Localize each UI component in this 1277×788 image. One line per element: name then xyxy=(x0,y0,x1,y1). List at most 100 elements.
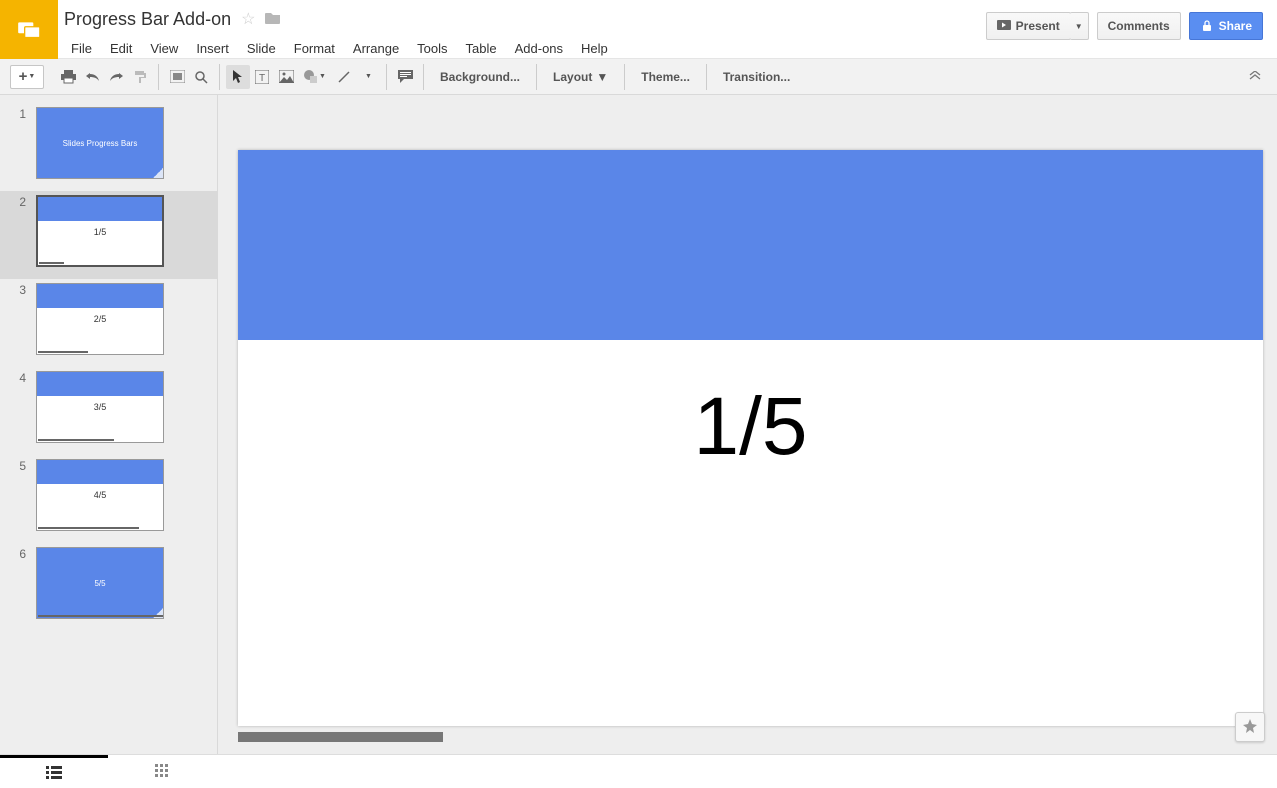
header-bar: Progress Bar Add-on ☆ File Edit View Ins… xyxy=(0,0,1277,59)
caret-down-icon: ▼ xyxy=(596,70,608,84)
current-slide[interactable]: 1/5 xyxy=(238,150,1263,726)
present-dropdown[interactable]: ▼ xyxy=(1070,12,1089,40)
present-icon xyxy=(997,20,1011,32)
thumbnail-number: 1 xyxy=(14,107,26,179)
menu-arrange[interactable]: Arrange xyxy=(344,38,408,59)
collapse-toolbar-button[interactable] xyxy=(1249,69,1267,84)
thumbnail-number: 6 xyxy=(14,547,26,619)
thumbnail-row[interactable]: 43/5 xyxy=(0,367,217,455)
explore-button[interactable] xyxy=(1235,712,1265,742)
zoom-button[interactable] xyxy=(189,65,213,89)
grid-view-icon xyxy=(155,764,169,778)
menu-addons[interactable]: Add-ons xyxy=(506,38,572,59)
comment-tool[interactable] xyxy=(393,65,417,89)
comments-label: Comments xyxy=(1108,19,1170,33)
slides-logo[interactable] xyxy=(0,0,58,59)
background-button[interactable]: Background... xyxy=(430,64,530,90)
share-button[interactable]: Share xyxy=(1189,12,1263,40)
paint-format-button[interactable] xyxy=(128,65,152,89)
thumbnail-row[interactable]: 5 4/5 xyxy=(0,455,217,543)
document-title[interactable]: Progress Bar Add-on xyxy=(62,9,231,30)
menu-tools[interactable]: Tools xyxy=(408,38,456,59)
explore-icon xyxy=(1242,719,1258,735)
thumbnail-row[interactable]: 65/5 xyxy=(0,543,217,631)
filmstrip-view-tab[interactable] xyxy=(0,755,108,788)
slides-icon xyxy=(16,17,42,43)
menu-edit[interactable]: Edit xyxy=(101,38,141,59)
line-icon xyxy=(337,70,351,84)
thumbnail[interactable]: Slides Progress Bars xyxy=(36,107,164,179)
menu-format[interactable]: Format xyxy=(285,38,344,59)
caret-down-icon: ▼ xyxy=(365,73,372,80)
theme-button[interactable]: Theme... xyxy=(631,64,700,90)
paint-roller-icon xyxy=(133,70,147,84)
thumbnail-progress-bar xyxy=(38,439,114,441)
layout-button[interactable]: Layout▼ xyxy=(543,64,618,90)
header-actions: Present ▼ Comments Share xyxy=(986,0,1277,40)
present-button[interactable]: Present xyxy=(986,12,1071,40)
thumbnail-number: 5 xyxy=(14,459,26,531)
toolbar: +▼ T ▼ ▼ Background... Layout▼ Theme... … xyxy=(0,59,1277,95)
undo-button[interactable] xyxy=(80,65,104,89)
header-main: Progress Bar Add-on ☆ File Edit View Ins… xyxy=(58,0,986,59)
menu-file[interactable]: File xyxy=(62,38,101,59)
slide-progress-bar xyxy=(238,732,443,742)
select-tool[interactable] xyxy=(226,65,250,89)
menu-view[interactable]: View xyxy=(141,38,187,59)
thumbnail-text: 2/5 xyxy=(37,314,163,324)
thumbnail-number: 2 xyxy=(14,195,26,267)
thumbnail[interactable]: 2/5 xyxy=(36,283,164,355)
comments-button[interactable]: Comments xyxy=(1097,12,1181,40)
thumbnail[interactable]: 1/5 xyxy=(36,195,164,267)
thumbnail-row[interactable]: 3 2/5 xyxy=(0,279,217,367)
menu-table[interactable]: Table xyxy=(457,38,506,59)
undo-icon xyxy=(85,71,100,83)
share-label: Share xyxy=(1219,19,1252,33)
thumbnail-text: 4/5 xyxy=(37,490,163,500)
footer-bar xyxy=(0,754,1277,787)
slide-blue-band xyxy=(238,150,1263,340)
thumbnail-text: 1/5 xyxy=(38,227,162,237)
canvas-area[interactable]: 1/5 xyxy=(218,95,1277,754)
caret-down-icon: ▼ xyxy=(1075,22,1083,31)
thumbnail[interactable]: 5/5 xyxy=(36,547,164,619)
shape-tool[interactable]: ▼ xyxy=(298,65,332,89)
caret-down-icon: ▼ xyxy=(319,73,326,80)
thumbnail-number: 3 xyxy=(14,283,26,355)
chevron-up-icon xyxy=(1249,71,1261,81)
svg-text:T: T xyxy=(259,73,265,84)
redo-button[interactable] xyxy=(104,65,128,89)
thumbnail-progress-bar xyxy=(38,527,139,529)
star-icon[interactable]: ☆ xyxy=(241,9,255,29)
thumbnail-content: 5/5 xyxy=(37,548,163,618)
slide-text: 1/5 xyxy=(238,380,1263,474)
menu-insert[interactable]: Insert xyxy=(187,38,238,59)
textbox-tool[interactable]: T xyxy=(250,65,274,89)
transition-button[interactable]: Transition... xyxy=(713,64,800,90)
image-tool[interactable] xyxy=(274,65,298,89)
folder-icon[interactable] xyxy=(265,11,281,28)
line-menu[interactable]: ▼ xyxy=(356,65,380,89)
grid-view-tab[interactable] xyxy=(108,755,216,788)
menu-help[interactable]: Help xyxy=(572,38,617,59)
textbox-icon: T xyxy=(255,70,269,84)
present-label: Present xyxy=(1016,19,1060,33)
thumbnail-row[interactable]: 2 1/5 xyxy=(0,191,217,279)
print-button[interactable] xyxy=(56,65,80,89)
redo-icon xyxy=(109,71,124,83)
workspace: 1Slides Progress Bars2 1/5 3 2/5 43/55 4/5 65/… xyxy=(0,95,1277,754)
thumbnail-number: 4 xyxy=(14,371,26,443)
thumbnail-row[interactable]: 1Slides Progress Bars xyxy=(0,103,217,191)
thumbnail[interactable]: 3/5 xyxy=(36,371,164,443)
cursor-icon xyxy=(233,70,243,84)
zoom-fit-button[interactable] xyxy=(165,65,189,89)
menu-slide[interactable]: Slide xyxy=(238,38,285,59)
filmstrip[interactable]: 1Slides Progress Bars2 1/5 3 2/5 43/55 4/5 65/… xyxy=(0,95,218,754)
thumbnail-progress-bar xyxy=(39,262,64,264)
new-slide-button[interactable]: +▼ xyxy=(10,65,44,89)
zoom-icon xyxy=(194,70,208,84)
lock-icon xyxy=(1200,20,1214,32)
thumbnail[interactable]: 4/5 xyxy=(36,459,164,531)
line-tool[interactable] xyxy=(332,65,356,89)
image-icon xyxy=(279,70,294,83)
